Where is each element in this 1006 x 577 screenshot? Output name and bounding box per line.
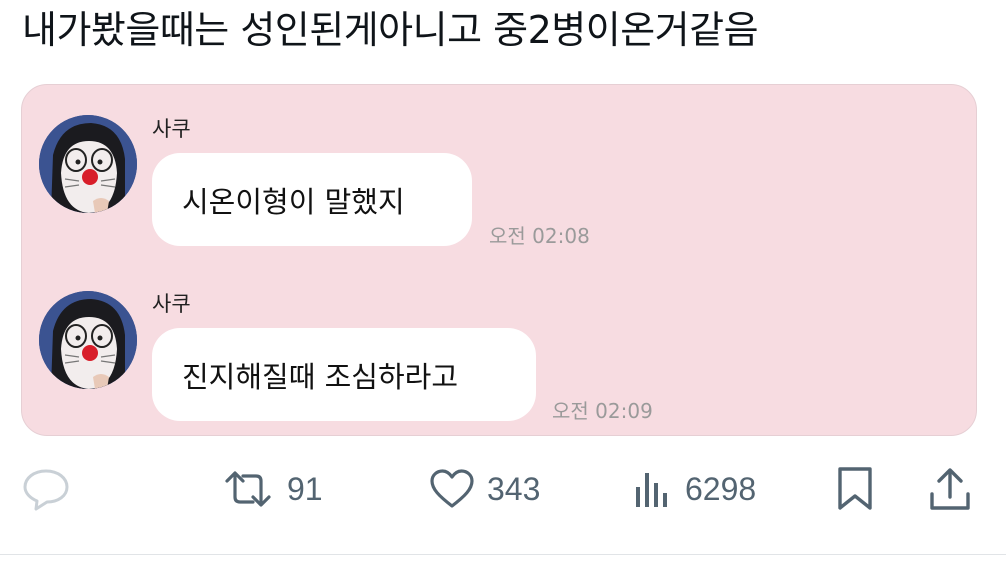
message-timestamp: 오전 02:08 <box>489 224 590 248</box>
retweet-count: 91 <box>287 470 323 507</box>
retweet-button[interactable]: 91 <box>221 458 323 520</box>
retweet-icon <box>221 469 275 509</box>
sender-avatar <box>39 291 137 389</box>
message-bubble: 진지해질때 조심하라고 <box>152 328 536 421</box>
sender-name: 사쿠 <box>152 117 191 141</box>
reply-button[interactable] <box>22 458 70 520</box>
tweet-action-bar: 91 343 6298 <box>0 458 1006 520</box>
views-chart-icon <box>633 469 673 509</box>
share-icon <box>928 466 972 512</box>
share-button[interactable] <box>928 458 972 520</box>
bookmark-button[interactable] <box>836 458 874 520</box>
message-bubble: 시온이형이 말했지 <box>152 153 472 246</box>
reply-icon <box>22 467 70 511</box>
tweet-text: 내가봤을때는 성인된게아니고 중2병이온거같음 <box>22 8 759 52</box>
views-count: 6298 <box>685 470 757 507</box>
like-count: 343 <box>487 470 541 507</box>
heart-icon <box>429 468 475 510</box>
bookmark-icon <box>836 466 874 512</box>
divider <box>0 554 1006 555</box>
sender-name: 사쿠 <box>152 292 191 316</box>
views-button[interactable]: 6298 <box>633 458 756 520</box>
sender-avatar <box>39 115 137 213</box>
message-timestamp: 오전 02:09 <box>552 399 653 423</box>
like-button[interactable]: 343 <box>429 458 540 520</box>
chat-screenshot-card[interactable]: 사쿠 시온이형이 말했지 오전 02:08 사쿠 진지해질때 조심하라고 오전 … <box>21 84 977 436</box>
